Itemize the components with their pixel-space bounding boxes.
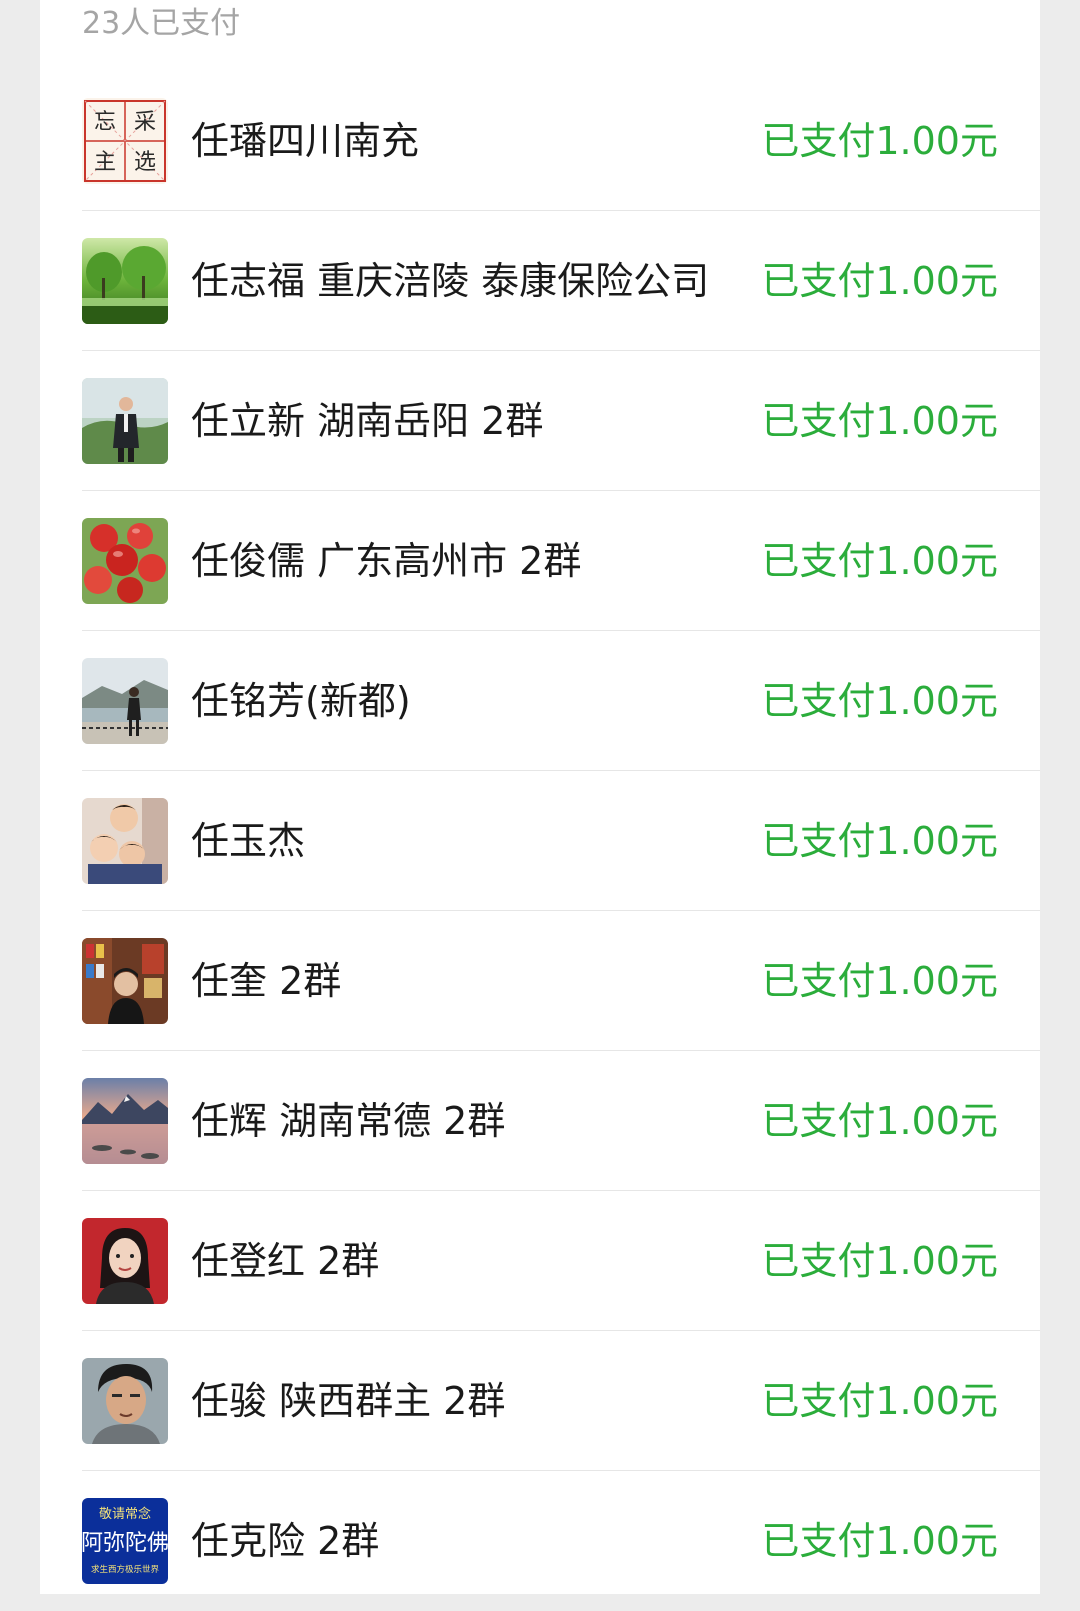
list-item[interactable]: 忘 采 主 选 任璠四川南充 已支付1.00元 (40, 71, 1040, 211)
payer-name: 任玉杰 (191, 819, 306, 863)
list-item[interactable]: 任骏 陕西群主 2群 已支付1.00元 (40, 1331, 1040, 1471)
man-outdoors-avatar[interactable] (82, 378, 168, 464)
payment-list: 忘 采 主 选 任璠四川南充 已支付1.00元 任志福 重庆涪陵 泰康保险公司 … (40, 71, 1040, 1611)
payer-name: 任铭芳(新都) (191, 679, 411, 723)
calligraphy-grid-avatar[interactable]: 忘 采 主 选 (82, 98, 168, 184)
svg-text:阿弥陀佛: 阿弥陀佛 (82, 1531, 168, 1556)
riverside-person-avatar[interactable] (82, 658, 168, 744)
payment-list-panel: 23人已支付 忘 采 主 选 任璠四川南充 已支付1.00元 任志福 重庆涪陵 … (40, 0, 1040, 1594)
payment-status: 已支付1.00元 (761, 119, 998, 163)
list-item[interactable]: 敬请常念 阿弥陀佛 求生西方极乐世界 任克险 2群 已支付1.00元 (40, 1471, 1040, 1611)
green-forest-avatar[interactable] (82, 238, 168, 324)
woman-portrait-avatar[interactable] (82, 1218, 168, 1304)
payment-status: 已支付1.00元 (761, 259, 998, 303)
payer-name: 任璠四川南充 (191, 119, 420, 163)
payer-name: 任志福 重庆涪陵 泰康保险公司 (191, 259, 710, 303)
shop-shelf-avatar[interactable] (82, 938, 168, 1024)
payer-name: 任克险 2群 (191, 1519, 380, 1563)
svg-text:主: 主 (94, 150, 116, 175)
payer-name: 任奎 2群 (191, 959, 342, 1003)
payer-name: 任俊儒 广东高州市 2群 (191, 539, 582, 583)
man-portrait-avatar[interactable] (82, 1358, 168, 1444)
svg-text:敬请常念: 敬请常念 (99, 1506, 151, 1522)
buddhist-text-avatar[interactable]: 敬请常念 阿弥陀佛 求生西方极乐世界 (82, 1498, 168, 1584)
payer-name: 任骏 陕西群主 2群 (191, 1379, 506, 1423)
payer-name: 任登红 2群 (191, 1239, 380, 1283)
svg-text:采: 采 (134, 110, 156, 135)
payment-status: 已支付1.00元 (761, 959, 998, 1003)
svg-text:忘: 忘 (94, 110, 116, 135)
list-item[interactable]: 任志福 重庆涪陵 泰康保险公司 已支付1.00元 (40, 211, 1040, 351)
mountain-lake-avatar[interactable] (82, 1078, 168, 1164)
svg-text:选: 选 (134, 150, 156, 175)
list-item[interactable]: 任立新 湖南岳阳 2群 已支付1.00元 (40, 351, 1040, 491)
list-item[interactable]: 任玉杰 已支付1.00元 (40, 771, 1040, 911)
payer-name: 任辉 湖南常德 2群 (191, 1099, 506, 1143)
payment-status: 已支付1.00元 (761, 1519, 998, 1563)
list-item[interactable]: 任铭芳(新都) 已支付1.00元 (40, 631, 1040, 771)
payment-status: 已支付1.00元 (761, 1099, 998, 1143)
payment-status: 已支付1.00元 (761, 679, 998, 723)
payer-name: 任立新 湖南岳阳 2群 (191, 399, 544, 443)
list-item[interactable]: 任奎 2群 已支付1.00元 (40, 911, 1040, 1051)
list-item[interactable]: 任登红 2群 已支付1.00元 (40, 1191, 1040, 1331)
list-item[interactable]: 任辉 湖南常德 2群 已支付1.00元 (40, 1051, 1040, 1191)
payment-status: 已支付1.00元 (761, 819, 998, 863)
list-item[interactable]: 任俊儒 广东高州市 2群 已支付1.00元 (40, 491, 1040, 631)
payment-status: 已支付1.00元 (761, 539, 998, 583)
children-photo-avatar[interactable] (82, 798, 168, 884)
payment-status: 已支付1.00元 (761, 1379, 998, 1423)
payment-status: 已支付1.00元 (761, 399, 998, 443)
red-apples-avatar[interactable] (82, 518, 168, 604)
payment-status: 已支付1.00元 (761, 1239, 998, 1283)
svg-text:求生西方极乐世界: 求生西方极乐世界 (91, 1564, 160, 1575)
paid-count-label: 23人已支付 (82, 6, 241, 41)
